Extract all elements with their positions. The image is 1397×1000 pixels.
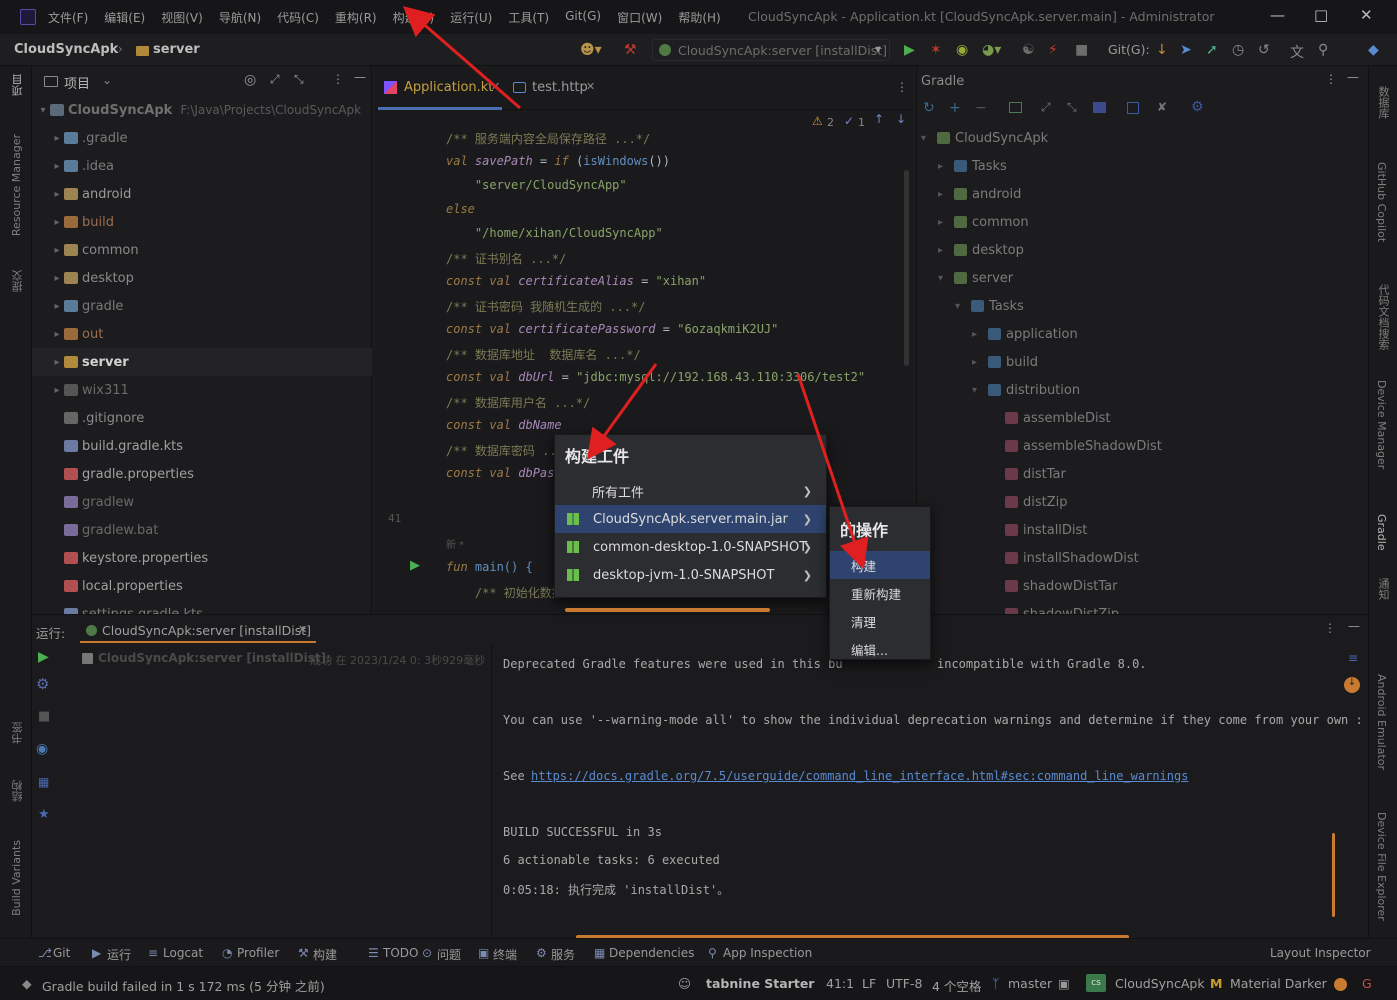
annotation-arrow: [402, 6, 521, 110]
annotation-arrow: [796, 373, 869, 570]
annotation-arrows: [402, 6, 869, 570]
annotation-arrow: [586, 363, 658, 460]
